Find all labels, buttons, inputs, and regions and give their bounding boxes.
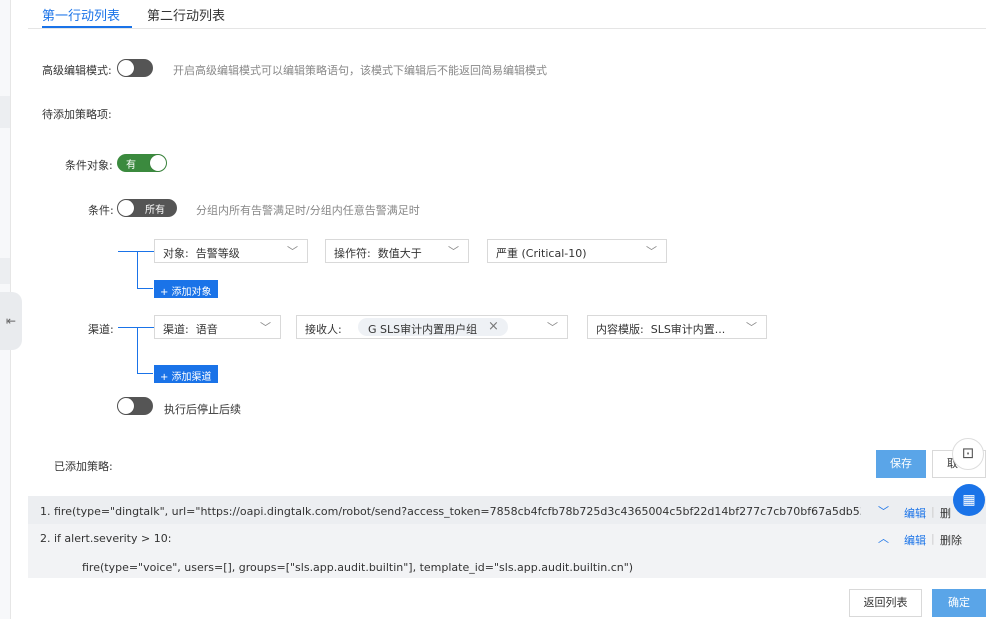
rail-item xyxy=(0,258,10,284)
tabs-divider xyxy=(28,28,986,29)
apps-icon[interactable]: ▦ xyxy=(953,484,985,516)
toggle-knob xyxy=(150,155,166,171)
edit-link-2[interactable]: 编辑 xyxy=(904,532,926,548)
message-icon[interactable]: ⊡ xyxy=(952,438,984,470)
close-icon[interactable]: × xyxy=(488,319,499,334)
pending-policy-label: 待添加策略项: xyxy=(42,108,112,121)
rail-item xyxy=(0,96,10,128)
toggle-knob xyxy=(118,200,134,216)
condition-label: 条件: xyxy=(88,204,114,217)
stop-after-toggle[interactable] xyxy=(117,397,153,415)
tree-line xyxy=(137,327,138,374)
advanced-mode-hint: 开启高级编辑模式可以编辑策略语句，该模式下编辑后不能返回简易编辑模式 xyxy=(173,64,547,77)
stop-after-label: 执行后停止后续 xyxy=(164,403,241,416)
policy-row-2-text: 2. if alert.severity > 10: xyxy=(40,532,172,545)
delete-link-1[interactable]: 删 xyxy=(940,505,951,521)
condition-object-toggle[interactable]: 有 xyxy=(117,154,167,172)
advanced-mode-label: 高级编辑模式: xyxy=(42,64,112,77)
toggle-text: 有 xyxy=(126,160,136,171)
edit-link-1[interactable]: 编辑 xyxy=(904,505,926,521)
tree-line xyxy=(137,288,153,289)
policy-row-1-text: 1. fire(type="dingtalk", url="https://oa… xyxy=(40,505,913,518)
chevron-down-icon: ﹀ xyxy=(746,321,757,334)
condition-hint: 分组内所有告警满足时/分组内任意告警满足时 xyxy=(196,204,420,217)
advanced-mode-toggle[interactable] xyxy=(117,59,153,77)
chevron-down-icon: ﹀ xyxy=(287,245,298,258)
added-policies-label: 已添加策略: xyxy=(54,460,113,473)
chevron-down-icon[interactable]: ﹀ xyxy=(878,503,889,519)
tab-first-action-list[interactable]: 第一行动列表 xyxy=(42,5,120,24)
chevron-down-icon: ﹀ xyxy=(448,245,459,258)
channel-select[interactable]: 渠道: 语音 ﹀ xyxy=(154,315,281,339)
chevron-up-icon[interactable]: ︿ xyxy=(878,530,889,546)
add-object-button[interactable]: + 添加对象 xyxy=(154,280,218,298)
action-separator: | xyxy=(931,532,935,545)
operator-select[interactable]: 操作符: 数值大于 ﹀ xyxy=(325,239,469,263)
receiver-tag: G SLS审计内置用户组 × xyxy=(358,318,508,336)
toggle-knob xyxy=(118,398,134,414)
condition-toggle[interactable]: 所有 xyxy=(117,199,177,217)
collapse-icon: ⇤ xyxy=(6,314,17,328)
policy-row-2-detail: fire(type="voice", users=[], groups=["sl… xyxy=(82,561,634,574)
toggle-knob xyxy=(118,60,134,76)
tab-second-action-list[interactable]: 第二行动列表 xyxy=(147,5,225,24)
chevron-down-icon: ﹀ xyxy=(646,245,657,258)
tree-line xyxy=(118,327,154,328)
save-button[interactable]: 保存 xyxy=(876,450,926,478)
chevron-down-icon: ﹀ xyxy=(547,321,558,334)
condition-object-label: 条件对象: xyxy=(65,159,113,172)
collapse-handle[interactable]: ⇤ xyxy=(0,292,22,350)
toggle-text: 所有 xyxy=(145,205,165,216)
object-select[interactable]: 对象: 告警等级 ﹀ xyxy=(154,239,308,263)
add-channel-button[interactable]: + 添加渠道 xyxy=(154,365,218,383)
tree-line xyxy=(137,373,153,374)
template-select[interactable]: 内容模版: SLS审计内置... ﹀ xyxy=(587,315,767,339)
tree-line xyxy=(137,251,138,289)
back-to-list-button[interactable]: 返回列表 xyxy=(849,589,922,617)
tree-line xyxy=(118,251,154,252)
action-separator: | xyxy=(931,505,935,518)
confirm-button[interactable]: 确定 xyxy=(932,589,986,617)
value-select[interactable]: 严重 (Critical-10) ﹀ xyxy=(487,239,667,263)
delete-link-2[interactable]: 删除 xyxy=(940,532,962,548)
chevron-down-icon: ﹀ xyxy=(260,321,271,334)
channel-label: 渠道: xyxy=(88,323,114,336)
receiver-tag-label: G SLS审计内置用户组 xyxy=(368,323,478,336)
